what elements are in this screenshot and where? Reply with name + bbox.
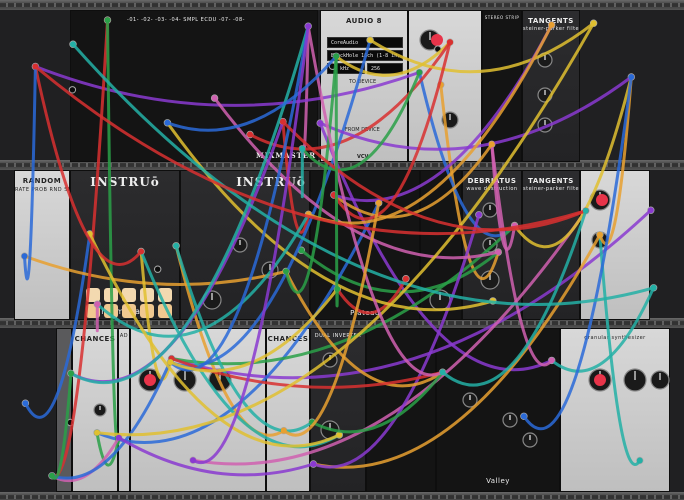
cable-plug[interactable] (279, 118, 286, 125)
cable-plug[interactable] (590, 20, 597, 27)
cable-plug[interactable] (283, 268, 289, 275)
jack[interactable] (68, 86, 77, 94)
patch-cable[interactable] (23, 232, 92, 419)
cable-plug[interactable] (164, 119, 171, 126)
cable-plug[interactable] (94, 301, 101, 308)
cable-plug[interactable] (280, 427, 287, 434)
cable-plug[interactable] (334, 286, 341, 292)
cable-plug[interactable] (367, 37, 374, 43)
patch-cable[interactable] (23, 65, 37, 281)
cable-plug[interactable] (115, 434, 122, 441)
cable-plug[interactable] (439, 369, 446, 376)
accent-knob[interactable] (431, 34, 443, 46)
cable-plug[interactable] (488, 141, 495, 148)
cable-plug[interactable] (447, 39, 453, 46)
accent-knob[interactable] (594, 374, 606, 386)
cable-plug[interactable] (548, 21, 555, 28)
cable-plug[interactable] (628, 74, 635, 80)
cable-plug[interactable] (305, 23, 312, 30)
cable-plug[interactable] (173, 242, 180, 249)
cable-plug[interactable] (495, 249, 502, 256)
vcv-rack-workspace[interactable]: -01- -02- -03- -04- SMPL ECDU -07- -08- … (0, 0, 684, 500)
patch-cable[interactable] (88, 232, 341, 448)
cable-plug[interactable] (375, 199, 382, 206)
cable-plug[interactable] (68, 370, 74, 377)
cable-plug[interactable] (650, 284, 657, 291)
cable-plug[interactable] (475, 211, 482, 218)
cable-plug[interactable] (22, 400, 29, 407)
cable-plug[interactable] (247, 131, 253, 138)
cable-plug[interactable] (636, 457, 643, 464)
patch-cable[interactable] (368, 21, 596, 74)
cable-plug[interactable] (138, 248, 145, 255)
cable-plug[interactable] (317, 120, 324, 127)
cable-plug[interactable] (167, 359, 174, 366)
cable-plug[interactable] (70, 41, 76, 48)
cable-plug[interactable] (310, 461, 317, 467)
patch-cable[interactable] (334, 54, 339, 308)
patch-cable[interactable] (282, 201, 381, 437)
cable-plug[interactable] (402, 275, 409, 282)
cable-plug[interactable] (190, 457, 196, 464)
cable-plug[interactable] (333, 53, 340, 60)
cable-plug[interactable] (32, 63, 39, 70)
jack[interactable] (154, 265, 162, 273)
cable-plug[interactable] (94, 429, 100, 436)
patch-cable[interactable] (598, 233, 642, 467)
patch-cable[interactable] (33, 65, 143, 266)
accent-knob[interactable] (144, 374, 156, 386)
patch-cable[interactable] (50, 371, 73, 480)
cable-plug[interactable] (299, 145, 306, 152)
cable-plug[interactable] (211, 95, 218, 102)
cable-plug[interactable] (104, 17, 111, 24)
cable-plug[interactable] (21, 253, 28, 260)
cable-plug[interactable] (647, 207, 654, 214)
cable-plug[interactable] (520, 413, 527, 420)
cable-plug[interactable] (596, 231, 603, 238)
cable-plug[interactable] (49, 472, 55, 479)
cable-layer (20, 16, 670, 482)
cable-plug[interactable] (548, 357, 555, 364)
patch-cable[interactable] (165, 54, 338, 132)
cable-plug[interactable] (582, 207, 589, 214)
accent-knob[interactable] (596, 194, 608, 206)
cable-plug[interactable] (416, 69, 423, 76)
